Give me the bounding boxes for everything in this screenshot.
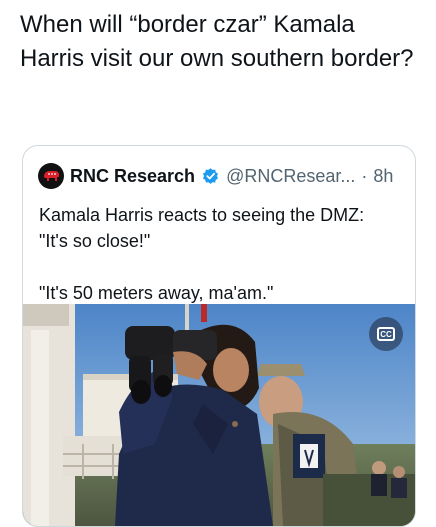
- verified-badge-icon: [203, 167, 219, 184]
- quoted-tweet-text: Kamala Harris reacts to seeing the DMZ: …: [39, 205, 365, 303]
- closed-captions-icon: CC: [377, 327, 395, 341]
- rnc-elephant-logo-icon[interactable]: [38, 163, 64, 189]
- author-handle[interactable]: @RNCResear...: [226, 166, 355, 187]
- tweet-timestamp[interactable]: 8h: [373, 166, 393, 187]
- video-frame-illustration: [23, 304, 415, 526]
- quoted-tweet-header: RNC Research @RNCResear... · 8h: [38, 163, 405, 189]
- closed-captions-button[interactable]: CC: [369, 317, 403, 351]
- tweet-text: When will “border czar” Kamala Harris vi…: [20, 11, 414, 72]
- author-name[interactable]: RNC Research: [70, 166, 195, 187]
- video-thumbnail[interactable]: CC: [23, 304, 415, 526]
- quoted-tweet-card[interactable]: RNC Research @RNCResear... · 8h Kamala H…: [22, 145, 416, 527]
- header-separator: ·: [361, 165, 368, 186]
